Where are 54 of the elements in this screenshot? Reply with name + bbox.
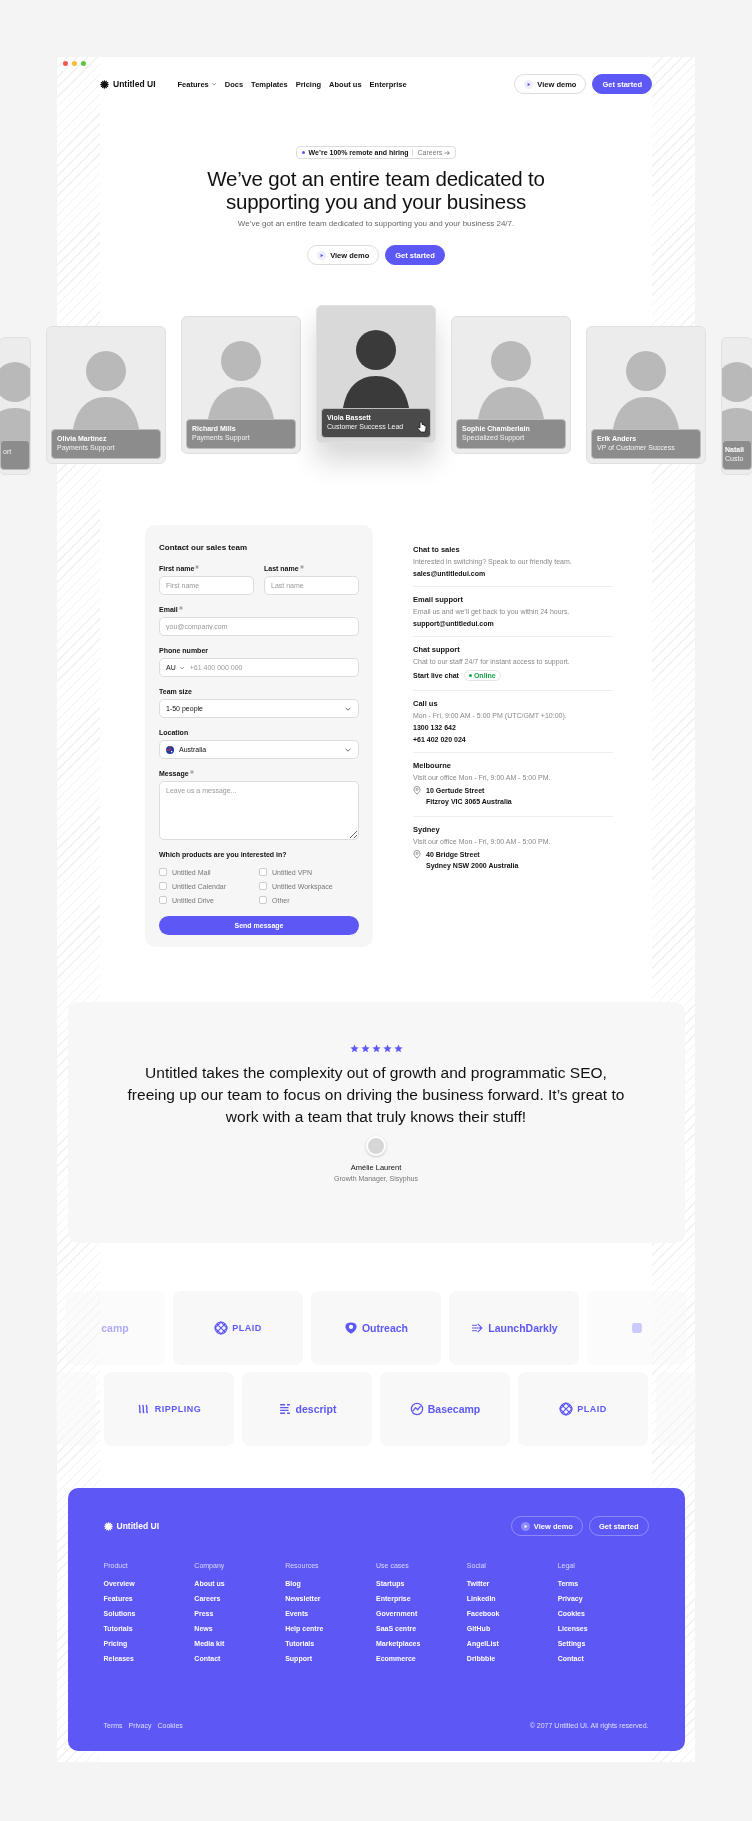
company-name: RIPPLING <box>154 1404 202 1414</box>
close-dot-icon[interactable] <box>63 61 68 66</box>
star-icon <box>393 1044 403 1053</box>
waves-logo-icon <box>136 1402 151 1416</box>
checkbox-square[interactable] <box>159 882 167 890</box>
map-pin-icon <box>413 850 421 859</box>
company-name: Basecamp <box>427 1403 481 1415</box>
hero-title: We’ve got an entire team dedicated to supporting you and your business <box>206 167 546 213</box>
chevron-down-icon <box>210 81 217 87</box>
map-pin-icon <box>413 786 421 795</box>
dot-icon <box>301 151 305 154</box>
hero-subtitle: We’ve got an entire team dedicated to supporting you and your business 24/7. <box>237 219 515 228</box>
required-asterisk-icon <box>189 770 194 774</box>
form-title: Contact our sales team <box>159 543 249 552</box>
mountain-logo-icon <box>409 1402 424 1416</box>
checkbox-square[interactable] <box>259 868 267 876</box>
testimonial-quote: Untitled takes the complexity out of growth and programmatic SEO, freeing up our team to focus on driving the business forward. It’s great to work with a team that truly knows their stuff! <box>126 1063 626 1127</box>
star-icon <box>371 1044 381 1053</box>
brand-logo[interactable]: Untitled UI <box>100 79 156 89</box>
logo-mark-icon <box>100 79 109 89</box>
flag-icon <box>166 745 174 754</box>
company-name: camp <box>101 1322 129 1334</box>
required-asterisk-icon <box>195 565 200 569</box>
arrow-right-icon <box>444 149 451 156</box>
chevron-down-icon <box>178 664 185 671</box>
grid-logo-icon <box>214 1321 229 1335</box>
star-icon <box>382 1044 392 1053</box>
logo-mark-icon <box>103 1521 113 1531</box>
required-asterisk-icon <box>299 565 304 569</box>
star-icon <box>349 1044 359 1053</box>
footer-logo[interactable]: Untitled UI <box>103 1521 159 1531</box>
square-logo-icon <box>630 1321 644 1335</box>
company-name: descript <box>295 1403 337 1415</box>
company-name: PLAID <box>232 1323 262 1333</box>
company-name: Outreach <box>361 1322 409 1334</box>
lines-logo-icon <box>277 1402 292 1416</box>
checkbox-square[interactable] <box>259 896 267 904</box>
star-icon <box>360 1044 370 1053</box>
avatar <box>366 1136 386 1156</box>
play-icon <box>520 1521 530 1531</box>
checkbox-square[interactable] <box>259 882 267 890</box>
play-icon <box>317 250 327 260</box>
company-name: LaunchDarkly <box>488 1322 558 1334</box>
checkbox-square[interactable] <box>159 868 167 876</box>
required-asterisk-icon <box>178 606 183 610</box>
grid-logo-icon <box>559 1402 574 1416</box>
pointer-cursor-icon <box>417 421 427 433</box>
company-name: PLAID <box>577 1404 607 1414</box>
checkbox-square[interactable] <box>159 896 167 904</box>
arrow-logo-icon <box>470 1321 485 1335</box>
shield-logo-icon <box>343 1321 358 1335</box>
minimize-dot-icon[interactable] <box>72 61 77 66</box>
play-icon <box>524 79 534 89</box>
zoom-dot-icon[interactable] <box>81 61 86 66</box>
